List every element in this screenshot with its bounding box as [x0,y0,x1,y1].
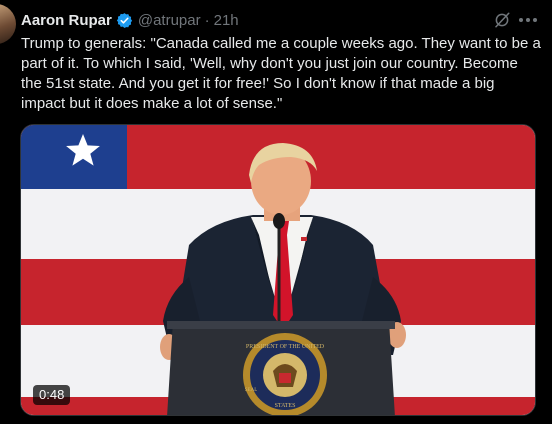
verified-badge-icon [116,12,133,29]
video-duration: 0:48 [33,385,71,405]
video-player[interactable]: PRESIDENT OF THE UNITED STATES SEAL 0:48 [20,124,536,416]
tweet-header: Aaron Rupar @atrupar · 21h [21,9,239,31]
timestamp[interactable]: 21h [214,12,239,29]
seal-text-bottom: STATES [275,403,296,409]
avatar[interactable] [0,4,16,44]
grok-icon[interactable] [493,11,511,29]
seal-text-top: PRESIDENT OF THE UNITED [246,344,325,350]
more-icon[interactable] [517,11,539,29]
separator-dot: · [204,11,210,29]
speaker-figure: PRESIDENT OF THE UNITED STATES SEAL [160,143,406,415]
tweet-text: Trump to generals: "Canada called me a c… [21,35,541,112]
author-name[interactable]: Aaron Rupar [21,12,112,29]
seal-side-text: SEAL [245,388,258,393]
author-handle[interactable]: @atrupar [138,12,201,29]
